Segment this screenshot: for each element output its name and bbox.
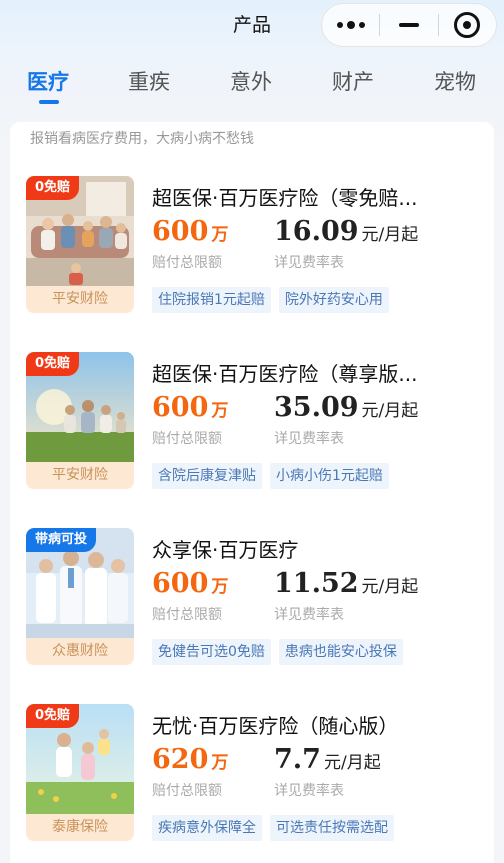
minimize-button[interactable] [380, 4, 437, 46]
price-value: 7.7 [274, 744, 321, 775]
insurer-name: 平安财险 [26, 462, 134, 489]
top-navigation-bar: 产品 [0, 0, 504, 50]
price-value: 11.52 [274, 568, 359, 599]
coverage-amount-unit: 万 [211, 225, 229, 245]
product-title: 无忧·百万医疗险（随心版） [152, 714, 399, 738]
coverage-amount-unit: 万 [211, 577, 229, 597]
rate-table-link: 详见费率表 [274, 783, 344, 799]
product-thumbnail: 泰康保险 0免赔 [26, 704, 134, 841]
coverage-amount-label: 赔付总限额 [152, 255, 222, 271]
minimize-icon [398, 23, 419, 27]
mini-program-capsule [321, 3, 497, 47]
coverage-amount-label: 赔付总限额 [152, 783, 222, 799]
product-title: 超医保·百万医疗险（尊享版... [152, 362, 418, 386]
feature-tags: 疾病意外保障全 可选责任按需选配 [152, 815, 394, 841]
coverage-amount-unit: 万 [211, 401, 229, 421]
coverage-amount: 620 万 [152, 744, 228, 775]
coverage-amount-label: 赔付总限额 [152, 607, 222, 623]
feature-tags: 住院报销1元起赔 院外好药安心用 [152, 287, 389, 313]
coverage-amount-value: 600 [152, 216, 209, 247]
feature-tags: 免健告可选0免赔 患病也能安心投保 [152, 639, 403, 665]
feature-tag: 住院报销1元起赔 [152, 287, 271, 313]
category-description: 报销看病医疗费用，大病小病不愁钱 [30, 131, 254, 147]
coverage-amount-unit: 万 [211, 753, 229, 773]
zero-deductible-badge: 0免赔 [26, 352, 80, 376]
feature-tag: 可选责任按需选配 [270, 815, 394, 841]
zero-deductible-badge: 0免赔 [26, 704, 80, 728]
zero-deductible-badge: 0免赔 [26, 176, 80, 200]
product-title: 超医保·百万医疗险（零免赔... [152, 186, 418, 210]
coverage-amount: 600 万 [152, 216, 228, 247]
product-card[interactable]: 平安财险 0免赔 超医保·百万医疗险（零免赔... 600 万 赔付总限额 16.… [10, 176, 494, 326]
monthly-price: 11.52 元/月起 [274, 568, 418, 599]
insurer-name: 平安财险 [26, 286, 134, 313]
coverage-amount-label: 赔付总限额 [152, 431, 222, 447]
category-tabs: 医疗 重疾 意外 财产 宠物 [0, 60, 504, 110]
tab-critical-illness[interactable]: 重疾 [128, 66, 170, 96]
insurer-name: 泰康保险 [26, 814, 134, 841]
price-value: 16.09 [274, 216, 359, 247]
product-thumbnail: 众惠财险 带病可投 [26, 528, 134, 665]
tab-property[interactable]: 财产 [332, 66, 374, 96]
feature-tag: 院外好药安心用 [278, 287, 389, 313]
price-unit: 元/月起 [323, 753, 381, 773]
active-tab-indicator [39, 100, 59, 104]
tab-medical[interactable]: 医疗 [27, 66, 69, 96]
price-value: 35.09 [274, 392, 359, 423]
tab-accident[interactable]: 意外 [230, 66, 272, 96]
rate-table-link: 详见费率表 [274, 255, 344, 271]
coverage-amount-value: 620 [152, 744, 209, 775]
product-title: 众享保·百万医疗 [152, 538, 299, 562]
price-unit: 元/月起 [361, 577, 419, 597]
preexisting-condition-badge: 带病可投 [26, 528, 97, 552]
monthly-price: 16.09 元/月起 [274, 216, 418, 247]
more-dots-icon [336, 21, 365, 29]
feature-tag: 含院后康复津贴 [152, 463, 262, 489]
price-unit: 元/月起 [361, 401, 419, 421]
product-card[interactable]: 众惠财险 带病可投 众享保·百万医疗 600 万 赔付总限额 11.52 元/月起 … [10, 528, 494, 678]
monthly-price: 7.7 元/月起 [274, 744, 381, 775]
feature-tags: 含院后康复津贴 小病小伤1元起赔 [152, 463, 389, 489]
product-card[interactable]: 泰康保险 0免赔 无忧·百万医疗险（随心版） 620 万 赔付总限额 7.7 元/月… [10, 704, 494, 854]
close-target-icon [454, 12, 481, 38]
feature-tag: 小病小伤1元起赔 [270, 463, 389, 489]
rate-table-link: 详见费率表 [274, 431, 344, 447]
coverage-amount: 600 万 [152, 568, 228, 599]
product-card[interactable]: 平安财险 0免赔 超医保·百万医疗险（尊享版... 600 万 赔付总限额 35.… [10, 352, 494, 502]
product-thumbnail: 平安财险 0免赔 [26, 352, 134, 489]
product-list-panel: 报销看病医疗费用，大病小病不愁钱 平安财险 0免赔 超医保·百万医疗险（零免赔.… [10, 122, 494, 863]
close-button[interactable] [439, 4, 496, 46]
insurer-name: 众惠财险 [26, 638, 134, 665]
coverage-amount-value: 600 [152, 392, 209, 423]
feature-tag: 疾病意外保障全 [152, 815, 262, 841]
feature-tag: 免健告可选0免赔 [152, 639, 271, 665]
tab-pet[interactable]: 宠物 [434, 66, 476, 96]
coverage-amount-value: 600 [152, 568, 209, 599]
monthly-price: 35.09 元/月起 [274, 392, 418, 423]
coverage-amount: 600 万 [152, 392, 228, 423]
more-button[interactable] [322, 4, 379, 46]
feature-tag: 患病也能安心投保 [278, 639, 403, 665]
rate-table-link: 详见费率表 [274, 607, 344, 623]
price-unit: 元/月起 [361, 225, 419, 245]
product-thumbnail: 平安财险 0免赔 [26, 176, 134, 313]
